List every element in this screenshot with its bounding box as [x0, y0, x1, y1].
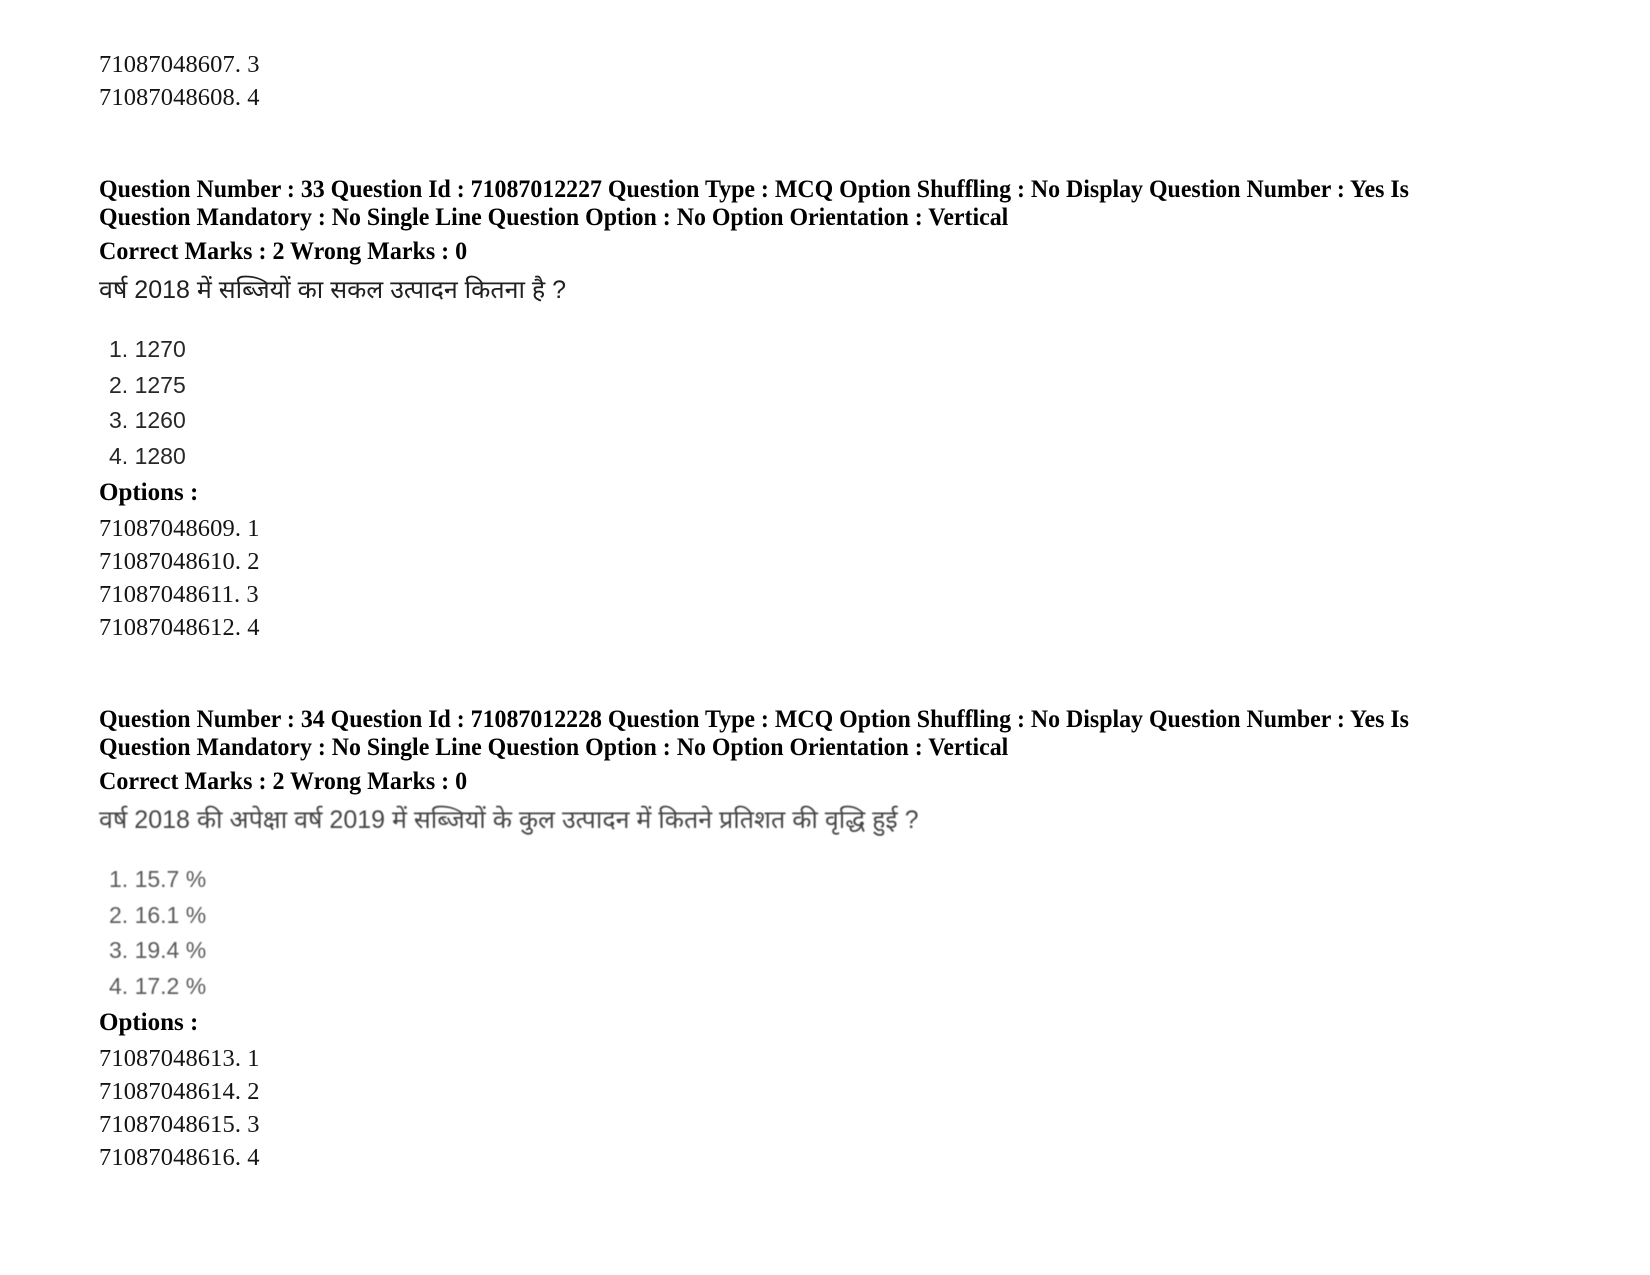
option-id-line: 71087048608. 4 — [99, 84, 260, 111]
answer-choice[interactable]: 1. 1270 — [99, 332, 1559, 368]
option-id-line: 71087048616. 4 — [99, 1144, 260, 1171]
question-stem: वर्ष 2018 की अपेक्षा वर्ष 2019 में सब्जि… — [99, 806, 919, 834]
option-id-line: 71087048609. 1 — [99, 515, 260, 542]
question-meta-line-2: Question Mandatory : No Single Line Ques… — [99, 204, 1009, 231]
options-label: Options : — [99, 1009, 199, 1036]
question-block-34: Question Number : 34 Question Id : 71087… — [99, 706, 1559, 1174]
option-id-list: 71087048613. 1 71087048614. 2 7108704861… — [99, 1042, 1559, 1174]
answer-choice-list: 1. 1270 2. 1275 3. 1260 4. 1280 — [99, 332, 1559, 474]
question-stem: वर्ष 2018 में सब्जियों का सकल उत्पादन कि… — [99, 276, 567, 304]
answer-choice-list: 1. 15.7 % 2. 16.1 % 3. 19.4 % 4. 17.2 % — [99, 862, 1559, 1004]
options-label: Options : — [99, 479, 199, 506]
option-id-line: 71087048607. 3 — [99, 51, 260, 78]
option-id-line: 71087048612. 4 — [99, 614, 260, 641]
answer-choice[interactable]: 3. 1260 — [99, 403, 1559, 439]
question-meta-line-2: Question Mandatory : No Single Line Ques… — [99, 734, 1009, 761]
option-id-line: 71087048611. 3 — [99, 581, 259, 608]
question-meta-line-1: Question Number : 34 Question Id : 71087… — [99, 706, 1409, 733]
answer-choice[interactable]: 4. 1280 — [99, 439, 1559, 475]
marks-line: Correct Marks : 2 Wrong Marks : 0 — [99, 238, 468, 265]
answer-choice[interactable]: 2. 16.1 % — [99, 898, 1559, 934]
marks-line: Correct Marks : 2 Wrong Marks : 0 — [99, 768, 468, 795]
question-meta: Question Number : 33 Question Id : 71087… — [99, 176, 1555, 232]
question-meta-line-1: Question Number : 33 Question Id : 71087… — [99, 176, 1409, 203]
option-id-line: 71087048615. 3 — [99, 1111, 260, 1138]
option-id-line: 71087048614. 2 — [99, 1078, 260, 1105]
answer-choice[interactable]: 1. 15.7 % — [99, 862, 1559, 898]
answer-choice[interactable]: 4. 17.2 % — [99, 969, 1559, 1005]
page-content: 71087048607. 3 71087048608. 4 Question N… — [99, 48, 1559, 1174]
answer-choice[interactable]: 3. 19.4 % — [99, 933, 1559, 969]
option-id-list: 71087048609. 1 71087048610. 2 7108704861… — [99, 512, 1559, 644]
document-page: 71087048607. 3 71087048608. 4 Question N… — [0, 0, 1650, 1275]
carryover-option-id-list: 71087048607. 3 71087048608. 4 — [99, 48, 1559, 114]
option-id-line: 71087048610. 2 — [99, 548, 260, 575]
option-id-line: 71087048613. 1 — [99, 1045, 260, 1072]
answer-choice[interactable]: 2. 1275 — [99, 368, 1559, 404]
question-meta: Question Number : 34 Question Id : 71087… — [99, 706, 1555, 762]
question-block-33: Question Number : 33 Question Id : 71087… — [99, 176, 1559, 644]
